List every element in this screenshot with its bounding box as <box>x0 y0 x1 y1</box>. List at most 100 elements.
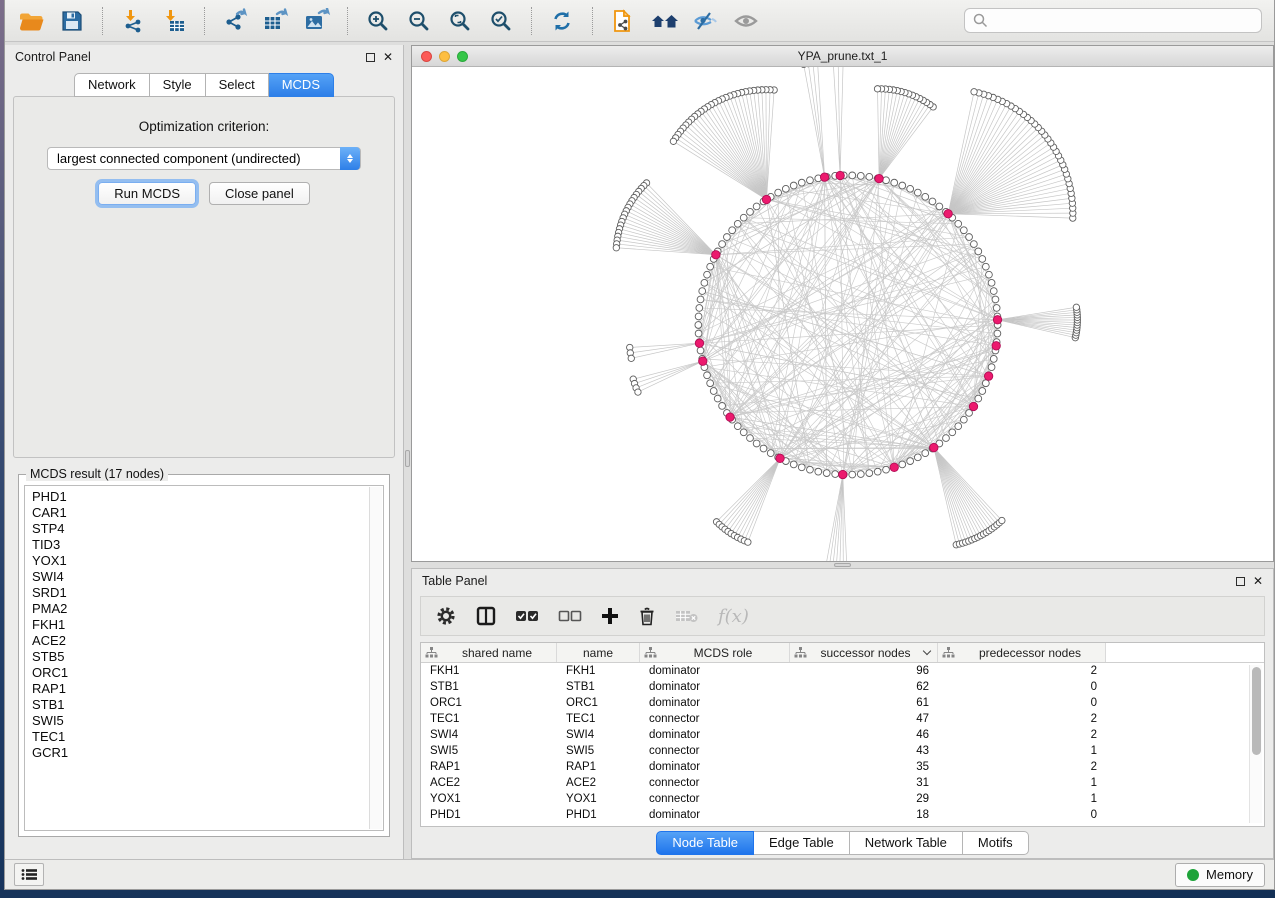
settings-gear-icon[interactable] <box>435 604 457 628</box>
show-all-icon[interactable] <box>732 7 760 35</box>
ring-node[interactable] <box>695 330 702 337</box>
table-row[interactable]: ORC1ORC1dominator610 <box>421 695 1264 711</box>
table-cell[interactable]: ACE2 <box>557 777 640 789</box>
ring-node[interactable] <box>699 288 706 295</box>
ring-node[interactable] <box>960 227 967 234</box>
ring-node[interactable] <box>943 435 950 442</box>
leaf-node[interactable] <box>745 539 751 545</box>
dominator-node[interactable] <box>820 173 828 181</box>
duplicate-network-icon[interactable] <box>609 7 637 35</box>
ring-node[interactable] <box>899 182 906 189</box>
table-cell[interactable]: FKH1 <box>421 665 557 677</box>
table-cell[interactable]: 96 <box>790 665 938 677</box>
ring-node[interactable] <box>710 388 717 395</box>
ring-node[interactable] <box>747 208 754 215</box>
table-cell[interactable]: STB1 <box>557 681 640 693</box>
zoom-out-icon[interactable] <box>405 7 433 35</box>
close-panel-icon[interactable]: ✕ <box>1253 575 1263 587</box>
list-item[interactable]: FKH1 <box>32 617 383 633</box>
ring-node[interactable] <box>714 395 721 402</box>
table-cell[interactable]: SWI4 <box>557 729 640 741</box>
optimization-criterion-dropdown[interactable]: largest connected component (undirected) <box>47 147 361 170</box>
dominator-node[interactable] <box>992 342 1000 350</box>
table-cell[interactable]: SWI5 <box>421 745 557 757</box>
ring-node[interactable] <box>760 445 767 452</box>
table-cell[interactable]: 2 <box>938 729 1106 741</box>
ring-node[interactable] <box>874 468 881 475</box>
ring-node[interactable] <box>955 423 962 430</box>
ring-node[interactable] <box>701 279 708 286</box>
delete-table-icon[interactable] <box>675 604 699 628</box>
ring-node[interactable] <box>696 305 703 312</box>
leaf-node[interactable] <box>874 86 880 92</box>
ring-node[interactable] <box>883 466 890 473</box>
ring-node[interactable] <box>823 470 830 477</box>
ring-node[interactable] <box>697 347 704 354</box>
export-network-icon[interactable] <box>221 7 249 35</box>
list-item[interactable]: ORC1 <box>32 665 383 681</box>
table-cell[interactable]: connector <box>640 777 790 789</box>
splitter-handle[interactable] <box>405 450 410 467</box>
mcds-list-scrollbar[interactable] <box>369 487 382 829</box>
leaf-node[interactable] <box>999 517 1005 523</box>
list-item[interactable]: GCR1 <box>32 745 383 761</box>
table-cell[interactable]: 1 <box>938 745 1106 757</box>
table-cell[interactable]: 35 <box>790 761 938 773</box>
table-cell[interactable]: TEC1 <box>421 713 557 725</box>
list-item[interactable]: STB5 <box>32 649 383 665</box>
tab-select[interactable]: Select <box>206 73 269 97</box>
table-cell[interactable]: YOX1 <box>421 793 557 805</box>
delete-row-icon[interactable] <box>638 604 656 628</box>
ring-node[interactable] <box>955 220 962 227</box>
table-cell[interactable]: dominator <box>640 761 790 773</box>
ring-node[interactable] <box>866 173 873 180</box>
ring-node[interactable] <box>790 182 797 189</box>
float-panel-icon[interactable] <box>366 53 375 62</box>
ring-node[interactable] <box>734 220 741 227</box>
table-cell[interactable]: 47 <box>790 713 938 725</box>
minimize-window-icon[interactable] <box>439 51 450 62</box>
ring-node[interactable] <box>986 271 993 278</box>
ring-node[interactable] <box>704 372 711 379</box>
import-network-icon[interactable] <box>119 7 147 35</box>
table-cell[interactable]: connector <box>640 713 790 725</box>
first-neighbors-icon[interactable] <box>650 7 678 35</box>
tab-motifs[interactable]: Motifs <box>963 831 1029 855</box>
function-builder-icon[interactable]: f(x) <box>718 604 749 628</box>
table-row[interactable]: YOX1YOX1connector291 <box>421 791 1264 807</box>
table-cell[interactable]: 61 <box>790 697 938 709</box>
list-item[interactable]: RAP1 <box>32 681 383 697</box>
list-item[interactable]: TEC1 <box>32 729 383 745</box>
dominator-node[interactable] <box>762 195 770 203</box>
memory-button[interactable]: Memory <box>1175 863 1265 887</box>
table-cell[interactable]: dominator <box>640 729 790 741</box>
ring-node[interactable] <box>857 471 864 478</box>
list-item[interactable]: PHD1 <box>32 489 383 505</box>
ring-node[interactable] <box>994 330 1001 337</box>
list-item[interactable]: ACE2 <box>32 633 383 649</box>
ring-node[interactable] <box>724 234 731 241</box>
table-cell[interactable]: dominator <box>640 809 790 821</box>
ring-node[interactable] <box>907 458 914 465</box>
table-cell[interactable]: 31 <box>790 777 938 789</box>
tab-node-table[interactable]: Node Table <box>656 831 754 855</box>
column-header-predecessor-nodes[interactable]: predecessor nodes <box>938 643 1106 662</box>
table-scrollbar[interactable] <box>1249 665 1262 823</box>
table-row[interactable]: RAP1RAP1dominator352 <box>421 759 1264 775</box>
table-row[interactable]: SWI4SWI4dominator462 <box>421 727 1264 743</box>
table-cell[interactable]: PHD1 <box>421 809 557 821</box>
table-cell[interactable]: FKH1 <box>557 665 640 677</box>
zoom-fit-icon[interactable] <box>446 7 474 35</box>
ring-node[interactable] <box>993 305 1000 312</box>
table-cell[interactable]: 62 <box>790 681 938 693</box>
zoom-selected-icon[interactable] <box>487 7 515 35</box>
network-graph[interactable] <box>412 67 1273 561</box>
table-cell[interactable]: 2 <box>938 665 1106 677</box>
ring-node[interactable] <box>982 263 989 270</box>
ring-node[interactable] <box>849 172 856 179</box>
table-cell[interactable]: 0 <box>938 809 1106 821</box>
ring-node[interactable] <box>707 380 714 387</box>
table-cell[interactable]: dominator <box>640 697 790 709</box>
ring-node[interactable] <box>782 185 789 192</box>
ring-node[interactable] <box>982 380 989 387</box>
